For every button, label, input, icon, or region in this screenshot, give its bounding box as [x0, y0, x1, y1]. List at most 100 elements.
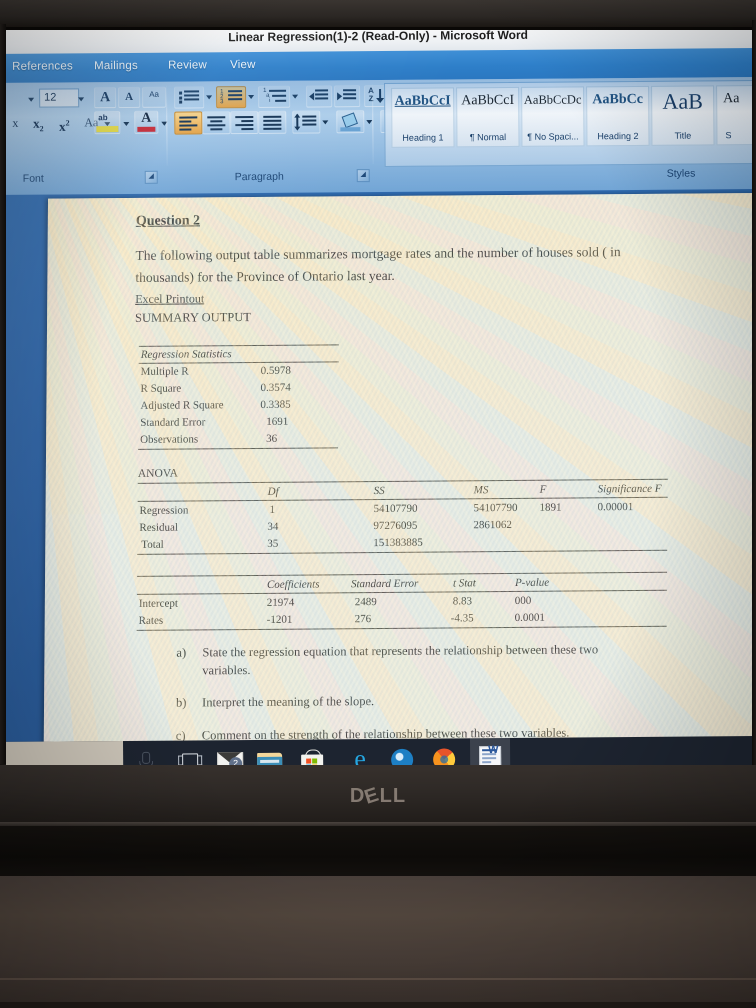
align-left-icon[interactable] [174, 111, 203, 135]
anova-row-source: Regression [139, 504, 189, 517]
reg-stat-value: 36 [266, 432, 278, 445]
shading-icon[interactable] [336, 110, 365, 134]
style-name: S [725, 130, 732, 141]
anova-row-ss: 54107790 [373, 502, 418, 516]
bullets-icon[interactable] [174, 86, 205, 109]
reg-stat-value: 1691 [266, 415, 289, 428]
numbering-caret[interactable] [248, 94, 255, 100]
anova-row-ms: 2861062 [473, 518, 512, 532]
screen-bezel-top [0, 0, 756, 30]
tab-references[interactable]: References [12, 60, 73, 72]
regression-statistics-title: Regression Statistics [140, 348, 232, 361]
highlight-color-caret[interactable] [123, 121, 130, 127]
style-title[interactable]: AaB Title [651, 85, 715, 146]
anova-row-sig: 0.00001 [597, 501, 634, 514]
superscript-button[interactable]: x2 [52, 112, 76, 133]
anova-header-sig: Significance F [597, 482, 662, 496]
document-page: Question 2 The following output table su… [43, 192, 756, 767]
text-highlight-color-button[interactable]: ab [94, 111, 121, 135]
justify-icon[interactable] [258, 110, 287, 134]
base-bottom-edge [0, 1002, 756, 1008]
screen-bezel-left [0, 24, 6, 764]
coef-row-tstat: -4.35 [450, 612, 474, 625]
coef-header-t-stat: t Stat [452, 577, 476, 590]
document-canvas[interactable]: Question 2 The following output table su… [6, 188, 756, 767]
paragraph-dialog-launcher[interactable]: ◢ [356, 169, 370, 183]
line-spacing-icon[interactable] [292, 110, 321, 134]
anova-header-ms: MS [473, 484, 489, 497]
style-sample: AaBbCcI [394, 93, 451, 109]
styles-group-label: Styles [666, 167, 696, 180]
font-color-button[interactable]: A [134, 110, 159, 134]
reg-stat-label: R Square [140, 382, 182, 395]
reg-stat-label: Observations [140, 433, 199, 446]
dell-logo: DELL [0, 783, 756, 808]
font-name-dropdown-caret[interactable] [28, 97, 35, 102]
tab-review[interactable]: Review [168, 59, 207, 71]
anova-row-source: Total [141, 538, 164, 551]
laptop-photo: Linear Regression(1)-2 (Read-Only) - Mic… [0, 0, 756, 1008]
coef-header-coefficients: Coefficients [266, 578, 320, 591]
page-title: Question 2 [135, 213, 201, 229]
shrink-font-button[interactable]: A [118, 86, 141, 109]
align-right-icon[interactable] [230, 110, 259, 135]
summary-output-label: SUMMARY OUTPUT [135, 310, 252, 325]
firefox-icon[interactable] [432, 746, 458, 767]
coef-row-coef: -1201 [266, 613, 293, 626]
coef-row-pvalue: 0.0001 [514, 611, 545, 624]
coef-row-se: 276 [354, 613, 372, 626]
bullets-caret[interactable] [206, 95, 213, 100]
laptop-base [0, 876, 756, 1008]
style-sample: Aa [723, 91, 740, 107]
question-b-line-1: Interpret the meaning of the slope. [202, 694, 375, 710]
reg-stat-label: Adjusted R Square [140, 399, 224, 412]
reg-stat-value: 0.3574 [260, 381, 291, 394]
windows-taskbar: 2 e W [6, 735, 756, 767]
coef-row-term: Intercept [138, 597, 178, 610]
align-center-icon[interactable] [202, 111, 231, 135]
coef-row-coef: 21974 [266, 596, 295, 609]
style-name: Title [674, 130, 692, 141]
font-size-input[interactable]: 12 [39, 88, 80, 108]
line-spacing-caret[interactable] [322, 120, 329, 125]
strikethrough-button[interactable]: x [6, 113, 24, 134]
decrease-indent-icon[interactable] [306, 85, 333, 108]
clear-formatting-icon[interactable]: Aa [142, 86, 167, 108]
style-name: Heading 1 [402, 132, 444, 143]
question-a-letter: a) [176, 645, 187, 660]
style-no-spacing[interactable]: AaBbCcDc ¶ No Spaci... [521, 86, 585, 147]
microsoft-edge-icon[interactable]: e [346, 744, 374, 767]
subscript-button[interactable]: x2 [26, 113, 50, 134]
tab-view[interactable]: View [230, 59, 256, 71]
font-size-dropdown-caret[interactable] [78, 97, 85, 102]
multilevel-caret[interactable] [292, 94, 299, 99]
multilevel-list-icon[interactable]: 1 a i [258, 85, 291, 108]
style-normal[interactable]: AaBbCcI ¶ Normal [456, 86, 520, 148]
anova-row-df: 1 [269, 503, 276, 516]
paragraph-group: 1 2 3 1 a i A Z [174, 82, 417, 167]
anova-header-df: Df [267, 485, 279, 498]
coef-row-term: Rates [138, 614, 164, 627]
increase-indent-icon[interactable] [334, 85, 361, 108]
style-heading-2[interactable]: AaBbCc Heading 2 [586, 85, 650, 147]
intro-line-2: thousands) for the Province of Ontario l… [135, 267, 395, 285]
microsoft-word-icon[interactable]: W [469, 737, 511, 767]
chrome-icon[interactable] [390, 747, 416, 767]
tab-mailings[interactable]: Mailings [94, 60, 138, 72]
question-b-letter: b) [176, 695, 187, 710]
laptop-hinge [0, 826, 756, 878]
question-a-line-2: variables. [202, 663, 251, 678]
anova-row-ms: 54107790 [473, 501, 518, 515]
style-sample: AaBbCc [592, 91, 643, 108]
reg-stat-value: 0.3385 [260, 398, 291, 411]
grow-font-button[interactable]: A [94, 87, 117, 109]
intro-line-1: The following output table summarizes mo… [135, 244, 621, 263]
numbering-icon[interactable]: 1 2 3 [216, 86, 247, 109]
anova-title: ANOVA [137, 467, 178, 480]
paragraph-group-label: Paragraph [234, 170, 284, 184]
style-heading-1[interactable]: AaBbCcI Heading 1 [391, 87, 455, 148]
font-dialog-launcher[interactable]: ◢ [144, 170, 158, 184]
taskbar-search-box[interactable] [6, 741, 124, 767]
coef-header-standard-error: Standard Error [350, 577, 419, 591]
style-subtitle-partial[interactable]: Aa S [716, 84, 756, 146]
